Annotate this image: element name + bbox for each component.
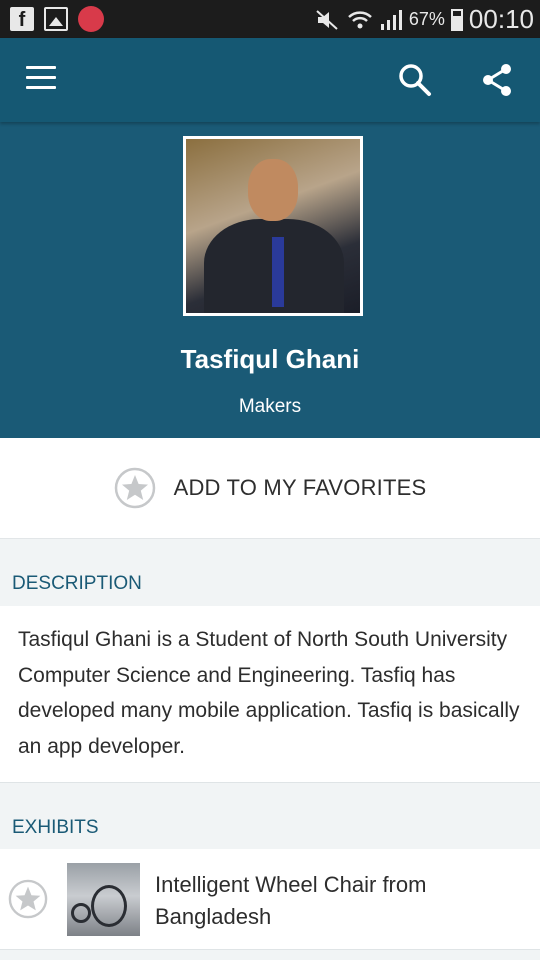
description-heading: DESCRIPTION: [12, 573, 142, 594]
search-icon[interactable]: [397, 62, 433, 98]
profile-photo: [183, 136, 363, 316]
wifi-icon: [348, 10, 372, 28]
red-circle-app-icon: [78, 6, 104, 32]
add-to-favorites-button[interactable]: ADD TO MY FAVORITES: [0, 438, 540, 539]
app-bar: [0, 38, 540, 122]
menu-icon[interactable]: [26, 66, 56, 90]
profile-role: Makers: [238, 396, 302, 417]
description-card: Tasfiqul Ghani is a Student of North Sou…: [0, 606, 540, 783]
description-text: Tasfiqul Ghani is a Student of North Sou…: [18, 628, 520, 758]
profile-name: Tasfiqul Ghani: [180, 344, 360, 374]
battery-icon: [450, 8, 463, 31]
mute-icon: [316, 9, 338, 30]
system-icons: 67% 00:10: [315, 4, 534, 35]
share-icon[interactable]: [480, 62, 516, 98]
signal-icon: [380, 9, 402, 30]
gallery-icon: [44, 7, 68, 31]
add-to-favorites-label: ADD TO MY FAVORITES: [173, 475, 427, 500]
list-item[interactable]: Intelligent Wheel Chair from Bangladesh: [0, 849, 540, 950]
star-icon[interactable]: [8, 879, 48, 919]
facebook-icon: f: [10, 7, 34, 31]
exhibit-thumbnail: [67, 863, 140, 936]
profile-header: Tasfiqul Ghani Makers: [0, 122, 540, 438]
notification-icons: f: [10, 6, 104, 32]
clock: 00:10: [468, 4, 534, 34]
star-icon: [114, 467, 155, 509]
status-bar: f 67% 00:10: [0, 0, 540, 38]
exhibits-heading: EXHIBITS: [12, 817, 99, 838]
exhibit-name: Intelligent Wheel Chair from Bangladesh: [155, 872, 427, 929]
battery-percent: 67%: [408, 9, 445, 29]
